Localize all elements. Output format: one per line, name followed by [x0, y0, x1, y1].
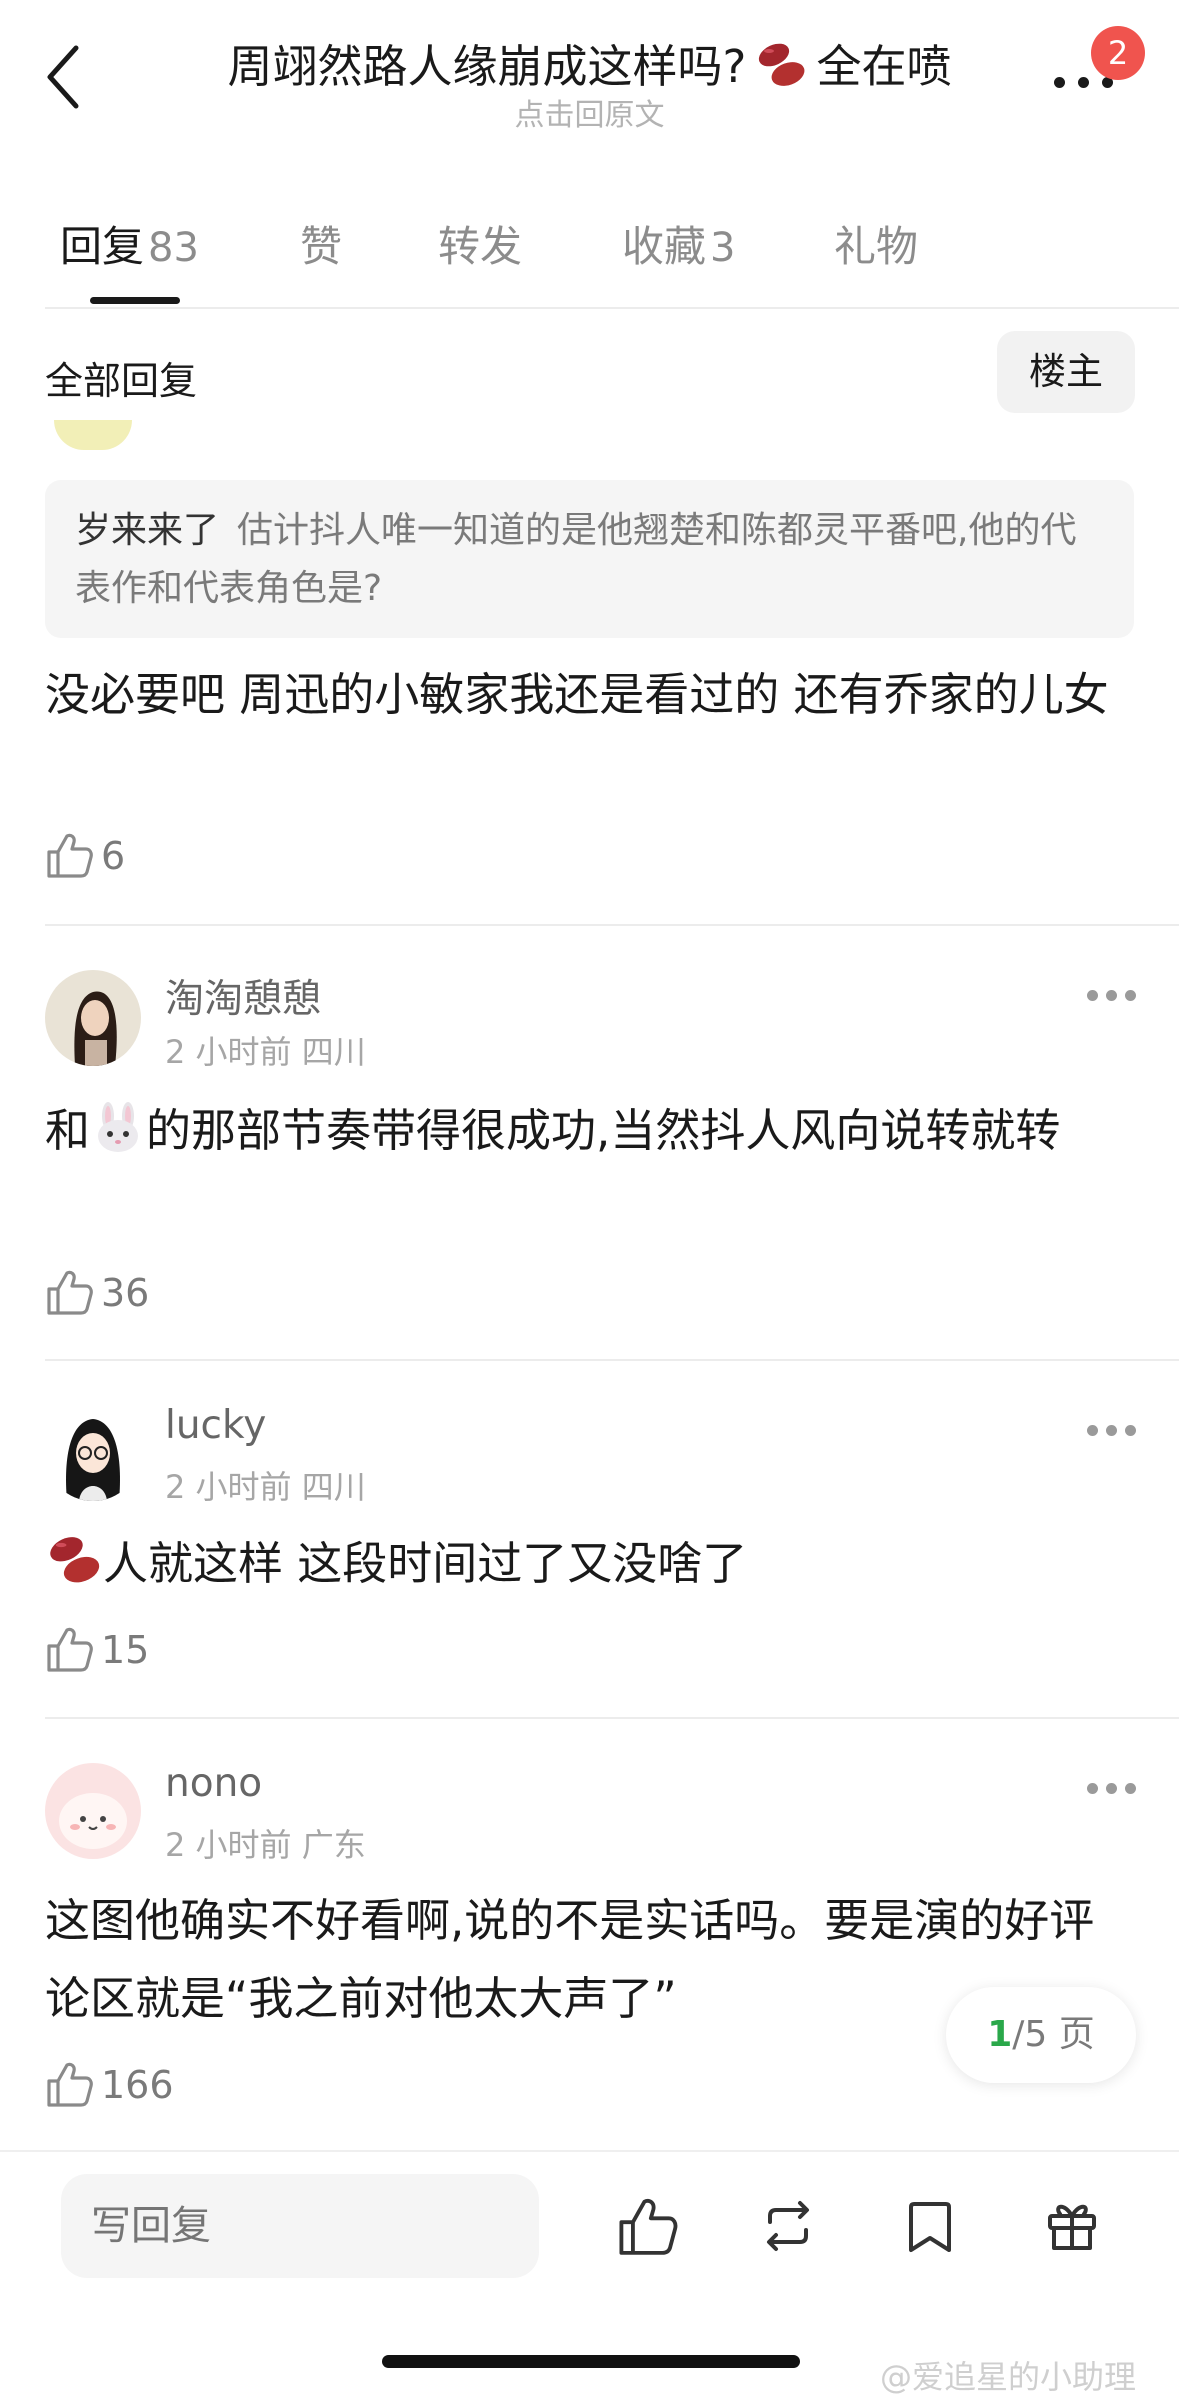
watermark-text: @爱追星的小助理: [880, 2358, 1137, 2396]
reply-page: 周翊然路人缘崩成这样吗? 全在喷 点击回原文 2 回复 83 赞 转发 收藏 3 礼物…: [0, 0, 1179, 2396]
like-count: 6: [101, 834, 126, 878]
comment-meta: 2 小时前 四川: [165, 1033, 366, 1071]
comment-text: 人就这样 这段时间过了又没啥了: [45, 1525, 1125, 1611]
repost-button[interactable]: [756, 2194, 820, 2258]
comment-text: 和 的那部节奏带得很成功,当然抖人风向说转就转: [45, 1092, 1125, 1178]
avatar: [54, 420, 132, 450]
user-name[interactable]: 淘淘憩憩: [165, 968, 321, 1024]
reply-input[interactable]: [61, 2174, 539, 2278]
thumbs-up-icon: [47, 1627, 93, 1672]
thumbs-up-icon: [47, 1270, 93, 1315]
page-indicator[interactable]: 1/5 页: [946, 1987, 1136, 2083]
thumbs-up-icon: [47, 2062, 93, 2107]
tab-favorites[interactable]: 收藏 3: [622, 213, 735, 274]
like-post-button[interactable]: [615, 2194, 679, 2258]
thumbs-up-icon: [47, 833, 93, 878]
bookmark-icon: [909, 2202, 951, 2252]
tab-label: 赞: [300, 222, 343, 271]
quoted-text: 估计抖人唯一知道的是他翘楚和陈都灵平番吧,他的代表作和代表角色是?: [75, 510, 1077, 609]
original-poster-only-button[interactable]: 楼主: [997, 331, 1135, 413]
post-title[interactable]: 周翊然路人缘崩成这样吗? 全在喷: [0, 30, 1179, 95]
watermark: @爱追星的小助理: [880, 2352, 1136, 2396]
user-name[interactable]: nono: [165, 1761, 262, 1806]
tab-label: 回复: [60, 222, 145, 271]
avatar[interactable]: [45, 970, 141, 1066]
active-tab-indicator: [90, 297, 180, 304]
tab-gifts[interactable]: 礼物: [834, 213, 918, 274]
gift-icon: [1048, 2204, 1096, 2250]
divider: [45, 1717, 1179, 1719]
notification-badge: 2: [1091, 26, 1145, 80]
tab-likes[interactable]: 赞: [300, 213, 342, 274]
rabbit-emoji: [90, 1100, 146, 1178]
repost-icon: [767, 2201, 809, 2251]
beans-emoji: [754, 40, 808, 90]
user-name[interactable]: lucky: [165, 1403, 266, 1448]
comment-meta: 2 小时前 广东: [165, 1826, 366, 1864]
home-indicator[interactable]: [382, 2355, 800, 2368]
beans-emoji: [45, 1533, 103, 1611]
comment-more-button[interactable]: [1087, 1783, 1137, 1797]
post-title-text: 周翊然路人缘崩成这样吗?: [227, 40, 747, 93]
quoted-user-name: 岁来来了: [75, 510, 220, 551]
like-count: 36: [101, 1271, 150, 1315]
like-count: 166: [101, 2063, 174, 2107]
tab-label: 收藏: [622, 222, 707, 271]
tab-bar: 回复 83 赞 转发 收藏 3 礼物: [0, 205, 1179, 305]
comment-text: 没必要吧 周迅的小敏家我还是看过的 还有乔家的儿女: [45, 668, 1109, 721]
back-to-original-link[interactable]: 点击回原文: [0, 90, 1179, 134]
divider: [45, 1359, 1179, 1361]
tab-label: 转发: [438, 222, 523, 271]
comment-meta: 2 小时前 四川: [165, 1468, 366, 1506]
tab-label: 礼物: [834, 222, 919, 271]
avatar[interactable]: [45, 1763, 141, 1859]
post-title-suffix: 全在喷: [816, 40, 952, 93]
tab-count: 3: [710, 225, 736, 271]
avatar[interactable]: [45, 1405, 141, 1501]
comment-text-content: 人就这样 这段时间过了又没啥了: [103, 1537, 748, 1590]
gift-button[interactable]: [1040, 2194, 1104, 2258]
divider: [45, 307, 1179, 309]
tab-replies[interactable]: 回复 83: [60, 213, 199, 274]
comment-more-button[interactable]: [1087, 990, 1137, 1004]
thumbs-up-icon: [619, 2198, 678, 2255]
like-count: 15: [101, 1628, 150, 1672]
all-replies-filter[interactable]: 全部回复: [45, 350, 197, 405]
quoted-reply[interactable]: 岁来来了 估计抖人唯一知道的是他翘楚和陈都灵平番吧,他的代表作和代表角色是?: [45, 480, 1134, 638]
current-page: 1: [987, 2014, 1013, 2055]
comment-more-button[interactable]: [1087, 1425, 1137, 1439]
total-pages: /5 页: [1012, 2014, 1095, 2055]
divider: [45, 924, 1179, 926]
tab-reposts[interactable]: 转发: [438, 213, 522, 274]
comment-text-prefix: 和: [45, 1104, 91, 1157]
tab-count: 83: [148, 225, 199, 271]
bookmark-button[interactable]: [898, 2194, 962, 2258]
comment-text-suffix: 的那部节奏带得很成功,当然抖人风向说转就转: [146, 1104, 1061, 1157]
